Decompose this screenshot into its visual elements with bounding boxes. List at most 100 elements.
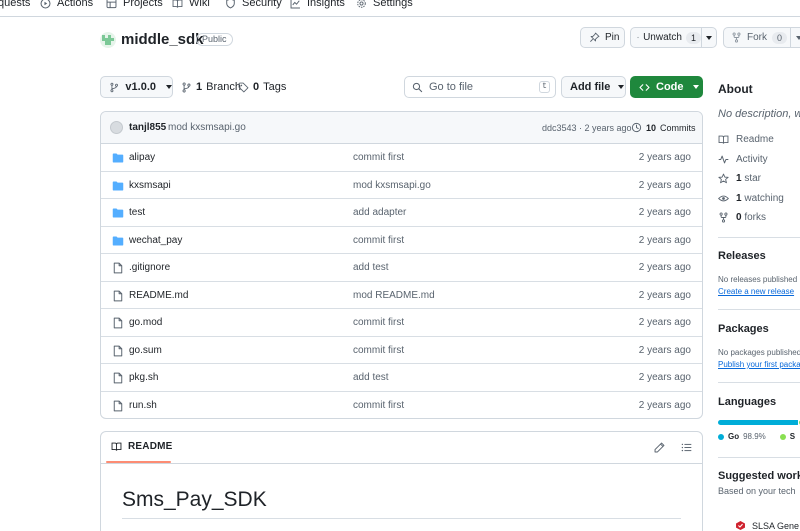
commit-hash-time[interactable]: ddc3543 · 2 years ago bbox=[542, 123, 632, 133]
fork-count: 0 bbox=[772, 31, 788, 44]
divider bbox=[718, 237, 800, 238]
graph-icon bbox=[290, 0, 300, 8]
avatar[interactable] bbox=[110, 121, 123, 134]
activity-link[interactable]: Activity bbox=[718, 154, 768, 165]
file-name-link[interactable]: README.md bbox=[129, 290, 188, 301]
unwatch-label: Unwatch bbox=[643, 32, 682, 43]
language-name-go[interactable]: Go bbox=[728, 432, 739, 441]
commits-count: 10 bbox=[646, 122, 657, 133]
file-commit-message[interactable]: add test bbox=[353, 372, 389, 383]
table-row[interactable]: .gitignore add test 2 years ago bbox=[101, 254, 702, 282]
tags-link[interactable]: 0 Tags bbox=[238, 81, 286, 93]
chevron-down-icon bbox=[618, 85, 625, 89]
file-commit-message[interactable]: mod kxsmsapi.go bbox=[353, 180, 431, 191]
file-name-link[interactable]: test bbox=[129, 207, 145, 218]
file-commit-message[interactable]: commit first bbox=[353, 345, 404, 356]
file-commit-date: 2 years ago bbox=[638, 234, 691, 246]
packages-heading[interactable]: Packages bbox=[718, 323, 800, 335]
repo-owner-avatar[interactable] bbox=[100, 32, 116, 48]
nav-settings[interactable]: Settings bbox=[356, 0, 413, 9]
table-icon bbox=[106, 0, 117, 8]
file-commit-date: 2 years ago bbox=[638, 262, 691, 273]
language-legend: Go 98.9% S bbox=[718, 432, 800, 441]
code-icon bbox=[639, 83, 650, 91]
readme-tab-label: README bbox=[128, 441, 173, 452]
add-file-button[interactable]: Add file bbox=[561, 76, 626, 98]
file-name-link[interactable]: alipay bbox=[129, 152, 155, 163]
tags-label: Tags bbox=[263, 81, 287, 93]
unwatch-button[interactable]: Unwatch 1 bbox=[631, 28, 702, 47]
divider bbox=[718, 382, 800, 383]
table-row[interactable]: pkg.sh add test 2 years ago bbox=[101, 364, 702, 392]
nav-actions[interactable]: Actions bbox=[40, 0, 93, 9]
file-name-link[interactable]: kxsmsapi bbox=[129, 180, 171, 191]
nav-insights[interactable]: Insights bbox=[290, 0, 345, 9]
file-commit-date: 2 years ago bbox=[638, 152, 691, 163]
file-commit-message[interactable]: commit first bbox=[353, 235, 404, 246]
commits-history-link[interactable]: 10 Commits bbox=[631, 122, 696, 133]
file-name-link[interactable]: go.mod bbox=[129, 317, 162, 328]
commit-author[interactable]: tanjl855 bbox=[129, 122, 166, 133]
latest-commit-bar: tanjl855 mod kxsmsapi.go ddc3543 · 2 yea… bbox=[101, 112, 702, 144]
branch-selector[interactable]: v1.0.0 bbox=[100, 76, 173, 98]
forks-link[interactable]: 0 forks bbox=[718, 212, 766, 223]
nav-pull-requests[interactable]: quests bbox=[0, 0, 30, 9]
nav-projects[interactable]: Projects bbox=[106, 0, 163, 9]
stars-link[interactable]: 1 star bbox=[718, 173, 761, 184]
releases-heading[interactable]: Releases bbox=[718, 250, 800, 262]
table-row[interactable]: go.sum commit first 2 years ago bbox=[101, 337, 702, 364]
branches-link[interactable]: 1 Branch bbox=[181, 81, 241, 93]
code-label: Code bbox=[656, 81, 684, 93]
list-icon[interactable] bbox=[681, 442, 692, 453]
file-name-link[interactable]: run.sh bbox=[129, 400, 157, 411]
file-name-link[interactable]: .gitignore bbox=[129, 262, 170, 273]
language-dot-shell bbox=[779, 433, 786, 440]
nav-wiki[interactable]: Wiki bbox=[172, 0, 210, 9]
fork-button[interactable]: Fork 0 bbox=[724, 28, 791, 47]
file-commit-message[interactable]: mod README.md bbox=[353, 290, 435, 301]
create-release-link[interactable]: Create a new release bbox=[718, 287, 800, 296]
table-row[interactable]: README.md mod README.md 2 years ago bbox=[101, 282, 702, 309]
file-name-link[interactable]: go.sum bbox=[129, 345, 162, 356]
readme-tab[interactable]: README bbox=[111, 441, 173, 452]
file-commit-message[interactable]: commit first bbox=[353, 152, 404, 163]
go-to-file-search[interactable]: t bbox=[404, 76, 556, 98]
language-name-shell[interactable]: S bbox=[790, 432, 795, 441]
repo-name-link[interactable]: middle_sdk bbox=[121, 31, 204, 48]
commit-message[interactable]: mod kxsmsapi.go bbox=[168, 122, 246, 133]
nav-security[interactable]: Security bbox=[225, 0, 282, 9]
file-commit-date: 2 years ago bbox=[638, 372, 691, 383]
pencil-icon[interactable] bbox=[654, 442, 665, 453]
activity-link-label: Activity bbox=[736, 154, 768, 165]
table-row[interactable]: alipay commit first 2 years ago bbox=[101, 144, 702, 172]
stars-count: 1 bbox=[736, 173, 742, 184]
table-row[interactable]: go.mod commit first 2 years ago bbox=[101, 309, 702, 337]
table-row[interactable]: kxsmsapi mod kxsmsapi.go 2 years ago bbox=[101, 172, 702, 199]
watching-label: watching bbox=[744, 193, 784, 204]
file-name-link[interactable]: pkg.sh bbox=[129, 372, 158, 383]
file-commit-message[interactable]: commit first bbox=[353, 400, 404, 411]
table-row[interactable]: run.sh commit first 2 years ago bbox=[101, 392, 702, 419]
fork-dropdown[interactable] bbox=[791, 28, 800, 47]
watchers-link[interactable]: 1 watching bbox=[718, 193, 784, 204]
readme-link[interactable]: Readme bbox=[718, 134, 774, 145]
workflow-item[interactable]: SLSA Gene bbox=[735, 520, 800, 531]
unwatch-dropdown[interactable] bbox=[702, 28, 716, 47]
pin-icon bbox=[590, 32, 600, 42]
keyboard-shortcut-hint: t bbox=[539, 81, 550, 93]
code-button[interactable]: Code bbox=[630, 76, 703, 98]
table-row[interactable]: wechat_pay commit first 2 years ago bbox=[101, 227, 702, 254]
nav-label: Insights bbox=[307, 0, 345, 9]
file-commit-message[interactable]: commit first bbox=[353, 317, 404, 328]
readme-heading: Sms_Pay_SDK bbox=[122, 488, 267, 511]
file-commit-message[interactable]: add adapter bbox=[353, 207, 406, 218]
pin-button[interactable]: Pin bbox=[580, 27, 625, 48]
go-to-file-input[interactable] bbox=[429, 81, 529, 93]
publish-package-link[interactable]: Publish your first packa bbox=[718, 360, 800, 369]
nav-label: quests bbox=[0, 0, 31, 9]
star-icon bbox=[718, 173, 729, 184]
file-name-link[interactable]: wechat_pay bbox=[129, 235, 182, 246]
add-file-label: Add file bbox=[570, 81, 611, 93]
table-row[interactable]: test add adapter 2 years ago bbox=[101, 199, 702, 227]
file-commit-message[interactable]: add test bbox=[353, 262, 389, 273]
